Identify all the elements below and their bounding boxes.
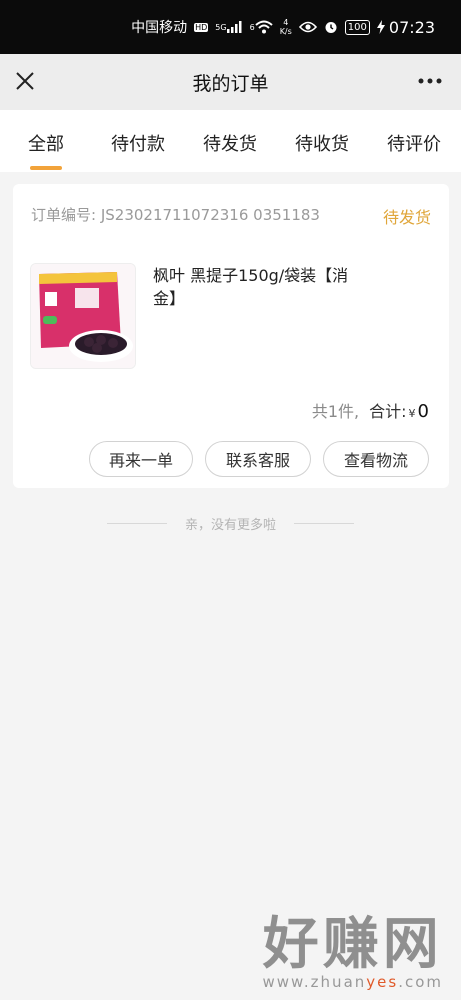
nav-bar: 我的订单 — [0, 54, 461, 110]
product-title[interactable]: 枫叶 黑提子150g/袋装【消金】 — [153, 264, 368, 310]
tab-label: 全部 — [28, 134, 64, 155]
total-label: 合计: — [369, 402, 407, 421]
divider-line — [294, 522, 354, 524]
divider-line — [106, 522, 167, 524]
alarm-icon — [324, 20, 338, 34]
watermark-url-highlight: yes — [366, 973, 399, 991]
charging-icon — [376, 20, 385, 34]
speed-value: 4 — [283, 18, 289, 27]
close-button[interactable] — [10, 66, 40, 96]
close-icon — [16, 72, 34, 90]
page-title: 我的订单 — [192, 72, 269, 95]
order-tabs: 全部 待付款 待发货 待收货 待评价 — [0, 110, 461, 172]
tab-label: 待付款 — [111, 134, 165, 155]
reorder-button[interactable]: 再来一单 — [89, 441, 193, 477]
speed-unit: K/s — [279, 27, 292, 36]
eye-icon — [298, 21, 317, 33]
tab-label: 待收货 — [295, 134, 349, 155]
status-bar: 中国移动 HD 5G 6 4 K/s 100 07:23 — [0, 0, 461, 54]
watermark: 好赚网 www.zhuanyes.com — [262, 912, 443, 992]
more-dots-icon — [418, 78, 442, 84]
order-card[interactable]: 订单编号: JS23021711072316 0351183 待发货 枫叶 黑提… — [13, 184, 449, 488]
watermark-url: www.zhuanyes.com — [262, 973, 443, 991]
total-amount: 0 — [417, 401, 429, 422]
clock-time: 07:23 — [388, 17, 435, 37]
tab-pending-receipt[interactable]: 待收货 — [276, 110, 368, 172]
wifi-icon: 6 — [250, 20, 273, 34]
watermark-logo: 好赚网 — [262, 912, 443, 977]
tab-pending-review[interactable]: 待评价 — [368, 110, 460, 172]
end-hint-text: 亲，没有更多啦 — [184, 517, 276, 533]
battery-icon: 100 — [344, 19, 370, 35]
signal-icon: 5G — [215, 21, 242, 33]
tab-label: 待评价 — [387, 134, 441, 155]
more-button[interactable] — [415, 66, 445, 96]
tab-pending-shipment[interactable]: 待发货 — [184, 110, 276, 172]
order-total: 共1件, 合计: ¥ 0 — [312, 398, 429, 422]
watermark-url-prefix: www.zhuan — [262, 973, 367, 991]
currency-symbol: ¥ — [408, 407, 416, 420]
item-count: 共1件, — [311, 402, 360, 421]
order-number-label: 订单编号: — [31, 206, 97, 224]
active-tab-indicator — [30, 166, 62, 170]
view-logistics-button[interactable]: 查看物流 — [323, 441, 429, 477]
tab-label: 待发货 — [203, 134, 257, 155]
order-number-value: JS23021711072316 0351183 — [100, 206, 320, 224]
order-number: 订单编号: JS23021711072316 0351183 — [31, 204, 320, 225]
raisin-package-image — [31, 264, 135, 368]
order-status: 待发货 — [382, 208, 431, 227]
tab-pending-payment[interactable]: 待付款 — [92, 110, 184, 172]
network-speed: 4 K/s — [280, 18, 292, 36]
end-of-list-hint: 亲，没有更多啦 — [0, 512, 461, 534]
contact-support-button[interactable]: 联系客服 — [205, 441, 311, 477]
product-image[interactable] — [30, 263, 136, 369]
signal-label: 5G — [215, 22, 227, 32]
hd-icon: HD — [194, 22, 209, 32]
tab-all[interactable]: 全部 — [0, 110, 92, 172]
watermark-url-suffix: .com — [398, 973, 443, 991]
carrier-name: 中国移动 — [131, 20, 188, 36]
